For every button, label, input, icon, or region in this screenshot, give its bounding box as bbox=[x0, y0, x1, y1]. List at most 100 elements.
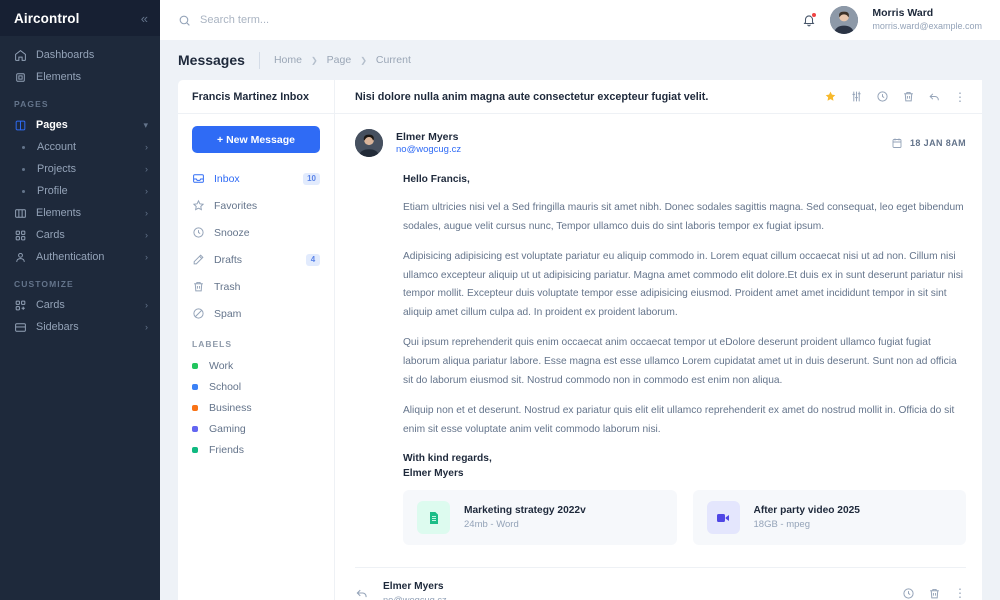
star-filled-icon[interactable] bbox=[824, 90, 837, 103]
new-message-button[interactable]: + New Message bbox=[192, 126, 320, 153]
app-root: Aircontrol « Dashboards Elements PAGES bbox=[0, 0, 1000, 600]
document-icon bbox=[417, 501, 450, 534]
label-color-dot bbox=[192, 363, 198, 369]
chevron-down-icon: ▾ bbox=[143, 120, 148, 131]
sidebar-nav: Dashboards Elements PAGES Pages ▾ Accoun… bbox=[0, 36, 160, 338]
label-text: Work bbox=[209, 360, 233, 372]
sidebar-item-elements-top[interactable]: Elements bbox=[0, 66, 160, 88]
folder-item-favorites[interactable]: Favorites bbox=[192, 192, 320, 219]
label-item-friends[interactable]: Friends bbox=[192, 439, 320, 460]
folder-item-spam[interactable]: Spam bbox=[192, 300, 320, 327]
chevrons-left-icon[interactable]: « bbox=[141, 12, 148, 25]
avatar[interactable] bbox=[830, 6, 858, 34]
chevron-right-icon: › bbox=[145, 142, 148, 152]
trash-icon[interactable] bbox=[902, 90, 915, 103]
label-item-gaming[interactable]: Gaming bbox=[192, 418, 320, 439]
clock-icon[interactable] bbox=[876, 90, 889, 103]
folder-item-drafts[interactable]: Drafts 4 bbox=[192, 246, 320, 273]
sidebar-item-cards-customize[interactable]: Cards › bbox=[0, 294, 160, 316]
message-greeting: Hello Francis, bbox=[403, 171, 966, 190]
folder-list: Inbox 10 Favorites bbox=[192, 165, 320, 327]
bullet-icon bbox=[22, 168, 25, 171]
folder-item-inbox[interactable]: Inbox 10 bbox=[192, 165, 320, 192]
message-date: 18 JAN 8AM bbox=[891, 137, 966, 149]
chevron-right-icon: › bbox=[145, 164, 148, 174]
message-paragraph: Qui ipsum reprehenderit quis enim occaec… bbox=[403, 334, 966, 391]
sender-name: Elmer Myers bbox=[396, 130, 878, 144]
attachment-meta: After party video 2025 18GB - mpeg bbox=[754, 503, 860, 533]
trash-icon bbox=[192, 280, 205, 293]
label-item-work[interactable]: Work bbox=[192, 355, 320, 376]
sidebar-item-label: Account bbox=[37, 141, 133, 153]
sidebar-item-account[interactable]: Account › bbox=[0, 136, 160, 158]
sender-email[interactable]: no@wogcug.cz bbox=[396, 144, 878, 157]
bullet-icon bbox=[22, 146, 25, 149]
label-item-business[interactable]: Business bbox=[192, 397, 320, 418]
content-area: Francis Martinez Inbox + New Message Inb… bbox=[160, 80, 1000, 600]
sidebar-item-label: Cards bbox=[36, 229, 136, 241]
folder-label: Favorites bbox=[214, 200, 320, 212]
sidebar-item-cards[interactable]: Cards › bbox=[0, 224, 160, 246]
message-toolbar: Nisi dolore nulla anim magna aute consec… bbox=[335, 80, 982, 114]
dots-vertical-icon[interactable]: ⋮ bbox=[954, 587, 966, 599]
message-panel: Nisi dolore nulla anim magna aute consec… bbox=[334, 80, 982, 600]
message-date-text: 18 JAN 8AM bbox=[910, 138, 966, 148]
attachment-item[interactable]: Marketing strategy 2022v 24mb - Word bbox=[403, 490, 677, 545]
columns-icon bbox=[14, 207, 27, 220]
sidebar-item-label: Authentication bbox=[36, 251, 136, 263]
attachment-meta: Marketing strategy 2022v 24mb - Word bbox=[464, 503, 586, 533]
sidebar-item-elements[interactable]: Elements › bbox=[0, 202, 160, 224]
breadcrumb-item-home[interactable]: Home bbox=[274, 54, 302, 66]
folder-badge: 4 bbox=[306, 254, 320, 266]
search-input[interactable] bbox=[200, 14, 460, 26]
label-color-dot bbox=[192, 426, 198, 432]
breadcrumb: Home ❯ Page ❯ Current bbox=[274, 54, 411, 66]
inbox-body: + New Message Inbox 10 bbox=[178, 114, 334, 460]
chevron-right-icon: › bbox=[145, 300, 148, 310]
attachment-size: 18GB - mpeg bbox=[754, 518, 860, 532]
message-body: Hello Francis, Etiam ultricies nisi vel … bbox=[355, 157, 966, 482]
reply-arrow-icon[interactable] bbox=[355, 586, 369, 600]
main-area: Morris Ward morris.ward@example.com Mess… bbox=[160, 0, 1000, 600]
clock-icon[interactable] bbox=[902, 587, 915, 600]
grid-plus-icon bbox=[14, 299, 27, 312]
sidebar-item-sidebars[interactable]: Sidebars › bbox=[0, 316, 160, 338]
sidebar-item-label: Projects bbox=[37, 163, 133, 175]
dots-vertical-icon[interactable]: ⋮ bbox=[954, 91, 966, 103]
breadcrumb-item-page[interactable]: Page bbox=[327, 54, 352, 66]
bell-icon[interactable] bbox=[802, 13, 816, 27]
sidebar-item-dashboards[interactable]: Dashboards bbox=[0, 44, 160, 66]
inbox-title: Francis Martinez Inbox bbox=[178, 80, 334, 114]
sidebar-section-pages: PAGES bbox=[0, 88, 160, 114]
sender-row: Elmer Myers no@wogcug.cz 18 JAN 8AM bbox=[355, 114, 966, 157]
label-text: Friends bbox=[209, 444, 244, 456]
attachment-item[interactable]: After party video 2025 18GB - mpeg bbox=[693, 490, 967, 545]
label-item-school[interactable]: School bbox=[192, 376, 320, 397]
notification-dot bbox=[811, 12, 817, 18]
sliders-icon[interactable] bbox=[850, 90, 863, 103]
reply-sender-email: no@wogcug.cz bbox=[383, 594, 888, 600]
message-signoff: With kind regards, bbox=[403, 451, 966, 467]
sidebar-item-pages[interactable]: Pages ▾ bbox=[0, 114, 160, 136]
chevron-right-icon: › bbox=[145, 186, 148, 196]
chevron-right-icon: › bbox=[145, 230, 148, 240]
sidebar-item-authentication[interactable]: Authentication › bbox=[0, 246, 160, 268]
main-sidebar: Aircontrol « Dashboards Elements PAGES bbox=[0, 0, 160, 600]
sidebar-item-profile[interactable]: Profile › bbox=[0, 180, 160, 202]
attachment-name: After party video 2025 bbox=[754, 503, 860, 518]
avatar bbox=[355, 129, 383, 157]
sender-meta: Elmer Myers no@wogcug.cz bbox=[396, 130, 878, 157]
user-icon bbox=[14, 251, 27, 264]
sidebar-item-projects[interactable]: Projects › bbox=[0, 158, 160, 180]
reply-icon[interactable] bbox=[928, 90, 941, 103]
message-paragraph: Adipisicing adipisicing est voluptate pa… bbox=[403, 248, 966, 324]
folder-item-snooze[interactable]: Snooze bbox=[192, 219, 320, 246]
sidebar-item-label: Dashboards bbox=[36, 49, 148, 61]
book-icon bbox=[14, 119, 27, 132]
reply-sender-name: Elmer Myers bbox=[383, 580, 888, 594]
message-actions: ⋮ bbox=[824, 90, 966, 103]
folder-item-trash[interactable]: Trash bbox=[192, 273, 320, 300]
breadcrumb-item-current: Current bbox=[376, 54, 411, 66]
trash-icon[interactable] bbox=[928, 587, 941, 600]
sidebar-section-customize: CUSTOMIZE bbox=[0, 268, 160, 294]
